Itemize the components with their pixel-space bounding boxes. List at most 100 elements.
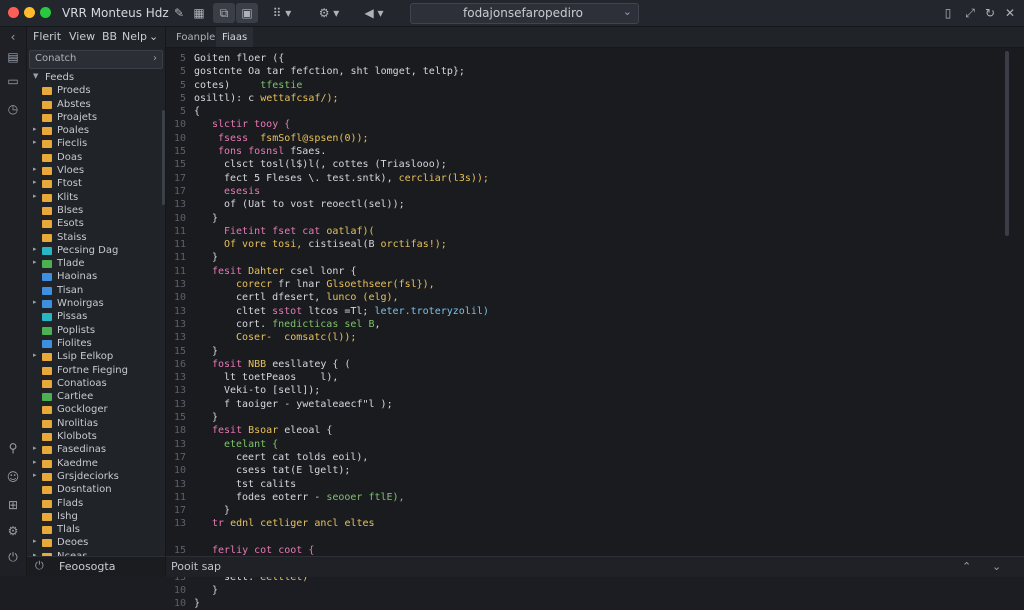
code-line[interactable]: Coser- comsatc(l)); [194,331,489,344]
code-line[interactable]: } [194,597,489,610]
chevron-right-icon[interactable]: ▸ [33,537,37,545]
chevron-right-icon[interactable]: ▸ [33,471,37,479]
close-window-button[interactable] [8,7,19,18]
sidebar-scrollbar[interactable] [162,110,165,205]
tree-item[interactable]: Haoinas [27,271,163,284]
code-line[interactable]: cotes) tfestie [194,79,489,92]
clock-icon[interactable]: ◷ [5,101,21,117]
code-line[interactable]: } [194,345,489,358]
maximize-window-button[interactable] [40,7,51,18]
tree-item[interactable]: Proajets [27,112,163,125]
tree-item[interactable]: Ishg [27,511,163,524]
chevron-right-icon[interactable]: ▸ [33,444,37,452]
tree-item[interactable]: ▸ Fasedinas [27,444,163,457]
search-icon[interactable]: ⚲ [5,440,21,456]
edit-icon[interactable]: ✎ [170,3,188,23]
code-editor[interactable]: Foanple Fiaas 5 5 5 5 5 10 10 15 15 17 17 13 10 11 11 1… [166,27,1024,609]
chevron-up-icon[interactable]: ⌃ [962,560,971,573]
menu-item-file[interactable]: Flerit [33,30,61,43]
menu-item-help[interactable]: Nelp [122,30,147,43]
chevron-right-icon[interactable]: › [153,53,157,64]
tree-item[interactable]: Conatioas [27,378,163,391]
tree-item[interactable]: Staiss [27,232,163,245]
code-line[interactable]: slctir tooy { [194,118,489,131]
chevron-right-icon[interactable]: ▸ [33,192,37,200]
code-line[interactable]: } [194,504,489,517]
tree-item[interactable]: Nrolitias [27,418,163,431]
tree-item[interactable]: Poplists [27,325,163,338]
editor-scrollbar[interactable] [1005,51,1009,236]
code-line[interactable]: Fietint fset cat oatlaf)( [194,225,489,238]
tree-item[interactable]: Gockloger [27,404,163,417]
tree-item[interactable]: Blses [27,205,163,218]
chevron-right-icon[interactable]: ▸ [33,351,37,359]
minimize-window-button[interactable] [24,7,35,18]
tree-item[interactable]: Abstes [27,99,163,112]
code-line[interactable]: fesit Bsoar eleoal { [194,424,489,437]
code-line[interactable]: corecr fr lnar Glsoethseer(fsl}), [194,278,489,291]
chevron-down-icon[interactable]: ▼ [33,72,38,80]
code-line[interactable]: fsess fsmSofl@spsen(0)); [194,132,489,145]
tree-item[interactable]: Fiolites [27,338,163,351]
tree-item[interactable]: Tisan [27,285,163,298]
split-icon[interactable]: ▣ [236,3,258,23]
chevron-right-icon[interactable]: ▸ [33,125,37,133]
chevron-right-icon[interactable]: ▸ [33,258,37,266]
chevron-right-icon[interactable]: ▸ [33,178,37,186]
code-line[interactable]: Of vore tosi, cistiseal(B orctifas!); [194,238,489,251]
code-area[interactable]: Goiten floer ({gostcnte Oa tar fefction,… [194,52,489,610]
code-line[interactable]: tst calits [194,478,489,491]
layout-icon[interactable]: ▦ [190,3,208,23]
tree-item[interactable]: ▸ Fieclis [27,138,163,151]
code-line[interactable] [194,531,489,544]
tree-item[interactable]: Flads [27,498,163,511]
tree-item[interactable]: Proeds [27,85,163,98]
expand-icon[interactable]: ⤢ [962,3,978,23]
code-line[interactable]: } [194,584,489,597]
notes-icon[interactable]: ▭ [5,73,21,89]
chevron-right-icon[interactable]: ▸ [33,458,37,466]
chevron-down-icon[interactable]: ⌄ [623,5,632,18]
tree-item[interactable]: ▸ Tlade [27,258,163,271]
tree-item[interactable]: ▸ Pecsing Dag [27,245,163,258]
chevron-down-icon[interactable]: ⌄ [149,30,158,43]
code-line[interactable]: fodes eoterr - seooer ftlE), [194,491,489,504]
power-icon[interactable]: ⏻ [35,559,44,573]
code-line[interactable]: } [194,212,489,225]
refresh-icon[interactable]: ↻ [982,3,998,23]
tree-item[interactable]: ▸ Lsip Eelkop [27,351,163,364]
tree-item[interactable]: ▸ Deoes [27,537,163,550]
code-line[interactable]: fect 5 Fleses \. test.sntk), cercliar(l3… [194,172,489,185]
code-line[interactable]: Goiten floer ({ [194,52,489,65]
tab-fiaas[interactable]: Fiaas [216,27,254,47]
tree-item[interactable]: ▸ Vloes [27,165,163,178]
explorer-search-input[interactable]: Conatch › [29,50,163,69]
code-line[interactable]: } [194,411,489,424]
tree-item[interactable]: ▸ Kaedme [27,458,163,471]
files-icon[interactable]: ▤ [5,49,21,65]
tree-item[interactable]: Pissas [27,311,163,324]
code-line[interactable]: cltet sstot ltcos =Tl; leter.troteryzoli… [194,305,489,318]
code-line[interactable]: certl dfesert, lunco (elg), [194,291,489,304]
code-line[interactable]: { [194,105,489,118]
code-line[interactable]: gostcnte Oa tar fefction, sht lomget, te… [194,65,489,78]
tree-item[interactable]: ▸ Grsjdeciorks [27,471,163,484]
tree-item[interactable]: ▸ Ftost [27,178,163,191]
tree-item[interactable]: Esots [27,218,163,231]
tree-item[interactable]: Doas [27,152,163,165]
chevron-right-icon[interactable]: ▸ [33,298,37,306]
volume-icon[interactable]: ◀ ▾ [362,3,386,23]
tree-item[interactable]: ▸ Wnoirgas [27,298,163,311]
tree-item[interactable]: ▸ Klits [27,192,163,205]
tree-item[interactable]: Tlals [27,524,163,537]
settings-gear-icon[interactable]: ⚙ [5,523,21,539]
tree-item[interactable]: Cartiee [27,391,163,404]
code-line[interactable]: osiltl): c wettafcsaf/); [194,92,489,105]
tree-item[interactable]: Klolbots [27,431,163,444]
code-line[interactable]: lt toetPeaos l), [194,371,489,384]
back-icon[interactable]: ‹ [5,29,21,45]
window-icon[interactable]: ▯ [940,3,956,23]
code-line[interactable]: of (Uat to vost reoectl(sel)); [194,198,489,211]
tree-item[interactable]: ▼ Feeds [27,72,163,85]
menu-item-view[interactable]: View [69,30,95,43]
